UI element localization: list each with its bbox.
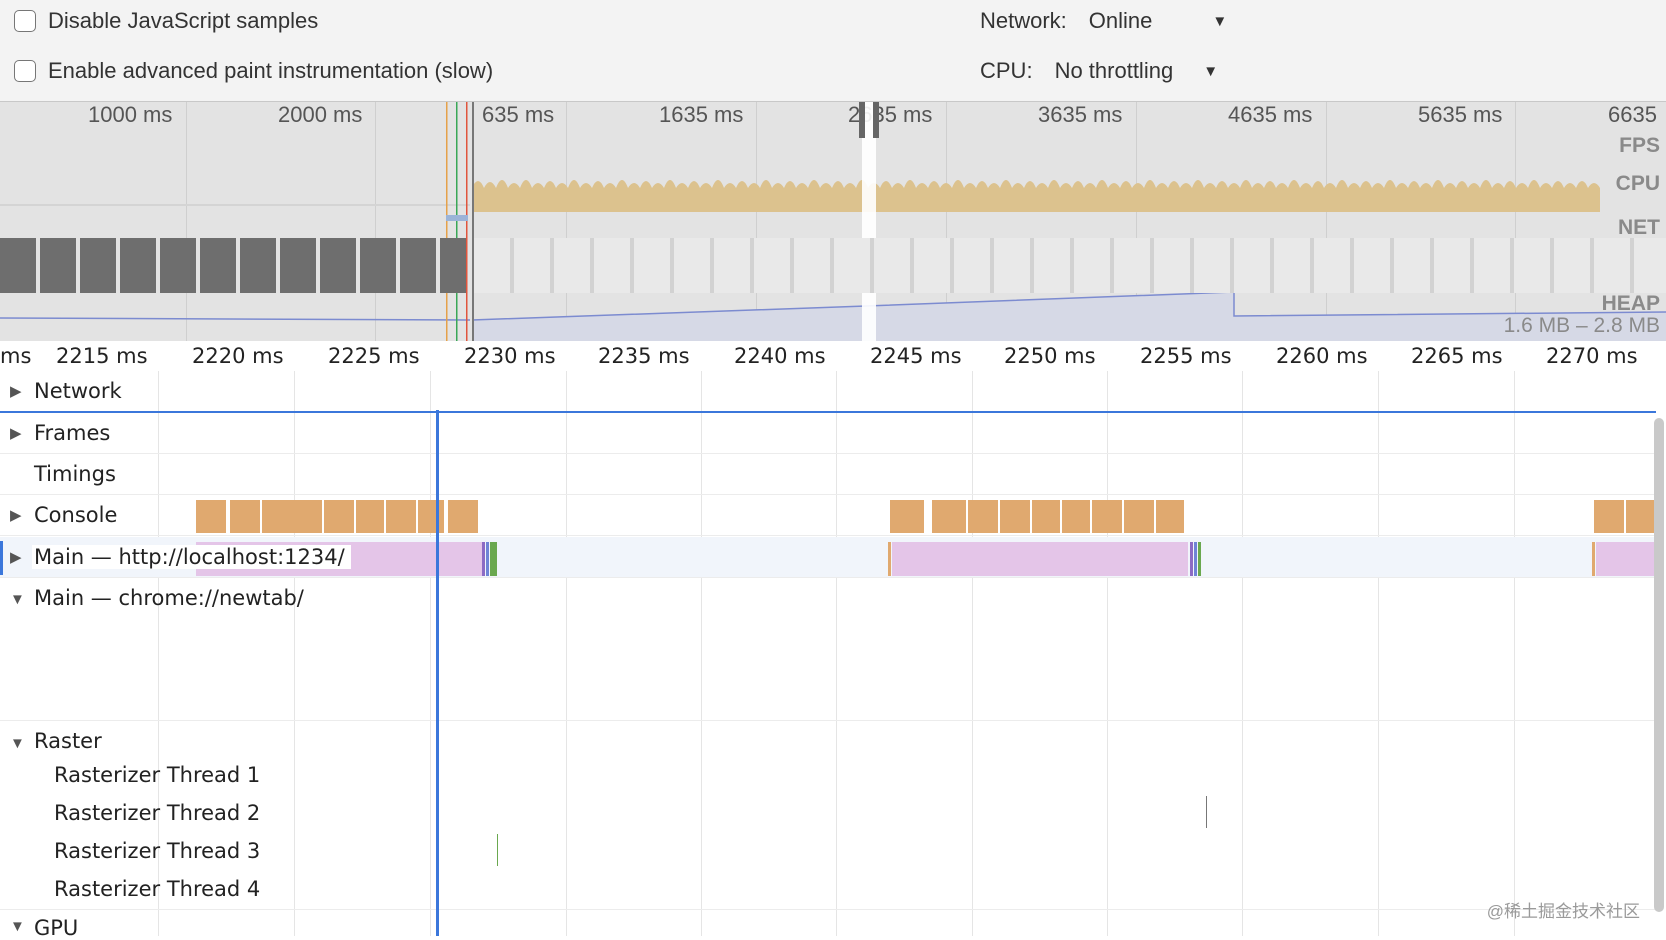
filmstrip-frames-light[interactable] — [474, 238, 1666, 293]
heap-track-label: HEAP — [1601, 292, 1660, 315]
disable-js-samples-option[interactable]: Disable JavaScript samples — [14, 8, 318, 34]
network-track[interactable]: ▶ Network — [0, 371, 1656, 413]
filmstrip-frame[interactable] — [240, 238, 276, 293]
filmstrip-frame[interactable] — [320, 238, 356, 293]
console-event[interactable] — [448, 500, 478, 533]
collapse-triangle-icon[interactable]: ▼ — [10, 591, 25, 608]
timings-track-label: Timings — [34, 462, 116, 486]
expand-triangle-icon[interactable]: ▶ — [10, 424, 22, 442]
advanced-paint-label: Enable advanced paint instrumentation (s… — [48, 58, 494, 83]
capture-settings-bar: Disable JavaScript samples Enable advanc… — [0, 0, 1666, 101]
filmstrip-frame[interactable] — [280, 238, 316, 293]
filmstrip-frame[interactable] — [40, 238, 76, 293]
filmstrip-frame[interactable] — [200, 238, 236, 293]
expand-triangle-icon[interactable]: ▶ — [10, 548, 22, 566]
timeline-overview[interactable]: 1000 ms 2000 ms 635 ms 1635 ms 2635 ms 3… — [0, 101, 1666, 343]
console-event[interactable] — [1092, 500, 1122, 533]
ruler-tick: 2250 ms — [1004, 344, 1096, 368]
ruler-tick: 2230 ms — [464, 344, 556, 368]
main-localhost-track-label: Main — http://localhost:1234/ — [32, 545, 351, 569]
console-event[interactable] — [968, 500, 998, 533]
frames-track[interactable]: ▶ Frames — [0, 413, 1656, 454]
rasterizer-thread-label: Rasterizer Thread 2 — [54, 801, 261, 825]
filmstrip-frame[interactable] — [120, 238, 156, 293]
console-event[interactable] — [196, 500, 226, 533]
checkbox-icon[interactable] — [14, 60, 36, 82]
heap-range: 1.6 MB – 2.8 MB — [1503, 314, 1660, 337]
disable-js-samples-label: Disable JavaScript samples — [48, 8, 319, 33]
network-track-label: Network — [34, 379, 122, 403]
network-throttling-select[interactable]: Network: Online ▼ — [980, 8, 1227, 34]
ruler-tick: 2215 ms — [56, 344, 148, 368]
filmstrip-frame[interactable] — [360, 238, 396, 293]
vertical-scrollbar[interactable] — [1654, 418, 1664, 912]
expand-triangle-icon[interactable]: ▶ — [10, 382, 22, 400]
console-event[interactable] — [1124, 500, 1154, 533]
ruler-tick: 2265 ms — [1411, 344, 1503, 368]
collapse-triangle-icon[interactable]: ▼ — [10, 918, 25, 935]
filmstrip-frame[interactable] — [80, 238, 116, 293]
filmstrip-frame[interactable] — [400, 238, 436, 293]
console-event[interactable] — [1594, 500, 1624, 533]
ruler-tick: 2220 ms — [192, 344, 284, 368]
cpu-throttling-select[interactable]: CPU: No throttling ▼ — [980, 58, 1218, 84]
main-task[interactable] — [1596, 542, 1656, 576]
console-event[interactable] — [324, 500, 354, 533]
cpu-activity-chart — [0, 102, 1666, 342]
console-event[interactable] — [890, 500, 924, 533]
main-newtab-track-label: Main — chrome://newtab/ — [34, 586, 304, 610]
raster-task[interactable] — [1206, 796, 1207, 828]
gpu-track[interactable]: ▼ GPU — [0, 910, 1656, 940]
time-ruler[interactable]: ms 2215 ms 2220 ms 2225 ms 2230 ms 2235 … — [0, 341, 1666, 371]
console-event[interactable] — [230, 500, 260, 533]
filmstrip-frame[interactable] — [0, 238, 36, 293]
console-event[interactable] — [418, 500, 444, 533]
checkbox-icon[interactable] — [14, 10, 36, 32]
timings-track[interactable]: Timings — [0, 454, 1656, 495]
filmstrip-frame[interactable] — [160, 238, 196, 293]
rasterizer-thread-label: Rasterizer Thread 3 — [54, 839, 261, 863]
raster-track[interactable]: ▼ Raster Rasterizer Thread 1 Rasterizer … — [0, 721, 1656, 910]
dropdown-arrow-icon[interactable]: ▼ — [1203, 63, 1218, 80]
expand-triangle-icon[interactable]: ▶ — [10, 506, 22, 524]
console-track-label: Console — [34, 503, 118, 527]
raster-track-label: Raster — [34, 729, 102, 753]
filmstrip-frame[interactable] — [440, 238, 466, 293]
console-event[interactable] — [1626, 500, 1656, 533]
console-event[interactable] — [1000, 500, 1030, 533]
rasterizer-thread-label: Rasterizer Thread 4 — [54, 877, 261, 901]
collapse-triangle-icon[interactable]: ▼ — [10, 735, 25, 752]
ruler-tick: 2225 ms — [328, 344, 420, 368]
console-event[interactable] — [1032, 500, 1060, 533]
rasterizer-thread-label: Rasterizer Thread 1 — [54, 763, 261, 787]
ruler-tick: 2245 ms — [870, 344, 962, 368]
time-marker[interactable] — [436, 410, 439, 936]
ruler-tick: 2270 ms — [1546, 344, 1638, 368]
dropdown-arrow-icon[interactable]: ▼ — [1212, 13, 1227, 30]
console-event[interactable] — [1062, 500, 1090, 533]
console-event[interactable] — [262, 500, 322, 533]
cpu-value: No throttling — [1054, 58, 1174, 83]
ruler-tick: 2235 ms — [598, 344, 690, 368]
console-event[interactable] — [1156, 500, 1184, 533]
network-label: Network: — [980, 8, 1067, 33]
ruler-tick: 2260 ms — [1276, 344, 1368, 368]
ruler-tick: ms — [0, 344, 32, 368]
ruler-tick: 2255 ms — [1140, 344, 1232, 368]
cpu-label: CPU: — [980, 58, 1033, 83]
watermark: @稀土掘金技术社区 — [1486, 902, 1640, 921]
console-event[interactable] — [356, 500, 384, 533]
console-event[interactable] — [386, 500, 416, 533]
main-newtab-track[interactable]: ▼ Main — chrome://newtab/ — [0, 578, 1656, 721]
ruler-tick: 2240 ms — [734, 344, 826, 368]
gpu-track-label: GPU — [34, 916, 79, 940]
advanced-paint-option[interactable]: Enable advanced paint instrumentation (s… — [14, 58, 493, 84]
console-event[interactable] — [932, 500, 966, 533]
main-task[interactable] — [892, 542, 1188, 576]
network-value: Online — [1088, 8, 1153, 33]
raster-task[interactable] — [497, 834, 498, 866]
frames-track-label: Frames — [34, 421, 111, 445]
